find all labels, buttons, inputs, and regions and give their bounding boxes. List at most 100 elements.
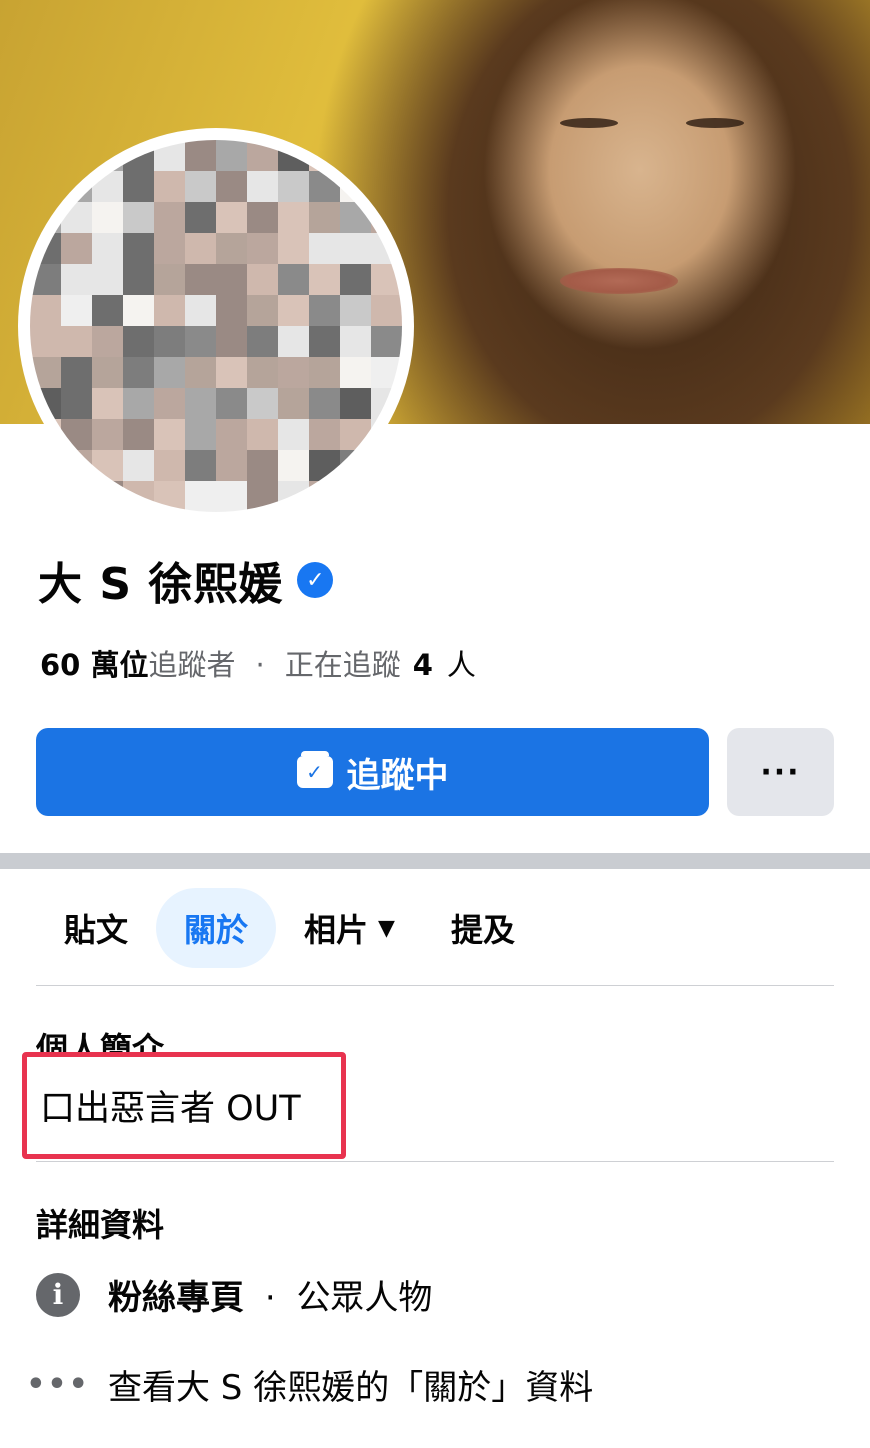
avatar-pixel xyxy=(216,388,247,419)
avatar-pixel xyxy=(371,481,402,512)
avatar-pixel xyxy=(278,295,309,326)
verified-badge-icon: ✓ xyxy=(297,562,334,598)
avatar-pixel xyxy=(247,450,278,481)
avatar-pixel xyxy=(278,264,309,295)
tab-mentions[interactable]: 提及 xyxy=(423,888,543,968)
followers-label[interactable]: 追蹤者 xyxy=(148,642,235,684)
avatar-pixel xyxy=(185,202,216,233)
avatar-image xyxy=(30,140,402,512)
avatar-pixel xyxy=(278,233,309,264)
category-strong: 粉絲專頁 xyxy=(108,1278,244,1318)
divider xyxy=(36,985,834,986)
avatar-pixel xyxy=(92,481,123,512)
avatar-pixel xyxy=(92,233,123,264)
avatar-pixel xyxy=(309,295,340,326)
following-label[interactable]: 正在追蹤 xyxy=(285,642,401,684)
avatar-pixel xyxy=(154,171,185,202)
avatar-pixel xyxy=(278,419,309,450)
about-link-row[interactable]: ••• 查看大 S 徐熙媛的「關於」資料 xyxy=(26,1360,593,1409)
avatar-pixel xyxy=(61,326,92,357)
category-row: i 粉絲專頁 · 公眾人物 xyxy=(36,1270,432,1319)
avatar-pixel xyxy=(92,450,123,481)
avatar-pixel xyxy=(216,264,247,295)
avatar-pixel xyxy=(371,450,402,481)
avatar-pixel xyxy=(30,295,61,326)
avatar-pixel xyxy=(278,388,309,419)
avatar-pixel xyxy=(247,264,278,295)
avatar-pixel xyxy=(340,419,371,450)
info-icon: i xyxy=(36,1272,80,1317)
avatar-pixel xyxy=(371,326,402,357)
avatar-pixel xyxy=(123,326,154,357)
avatar-pixel xyxy=(154,202,185,233)
avatar-pixel xyxy=(185,295,216,326)
avatar-pixel xyxy=(123,264,154,295)
avatar-pixel xyxy=(185,326,216,357)
avatar-pixel xyxy=(30,450,61,481)
avatar-pixel xyxy=(61,450,92,481)
avatar-pixel xyxy=(371,295,402,326)
avatar-pixel xyxy=(216,481,247,512)
avatar-pixel xyxy=(154,357,185,388)
avatar-pixel xyxy=(247,233,278,264)
tab-label: 貼文 xyxy=(64,911,129,949)
avatar-pixel xyxy=(123,233,154,264)
avatar-pixel xyxy=(123,202,154,233)
avatar-pixel xyxy=(309,233,340,264)
avatar-pixel xyxy=(309,481,340,512)
following-unit: 人 xyxy=(446,648,476,682)
avatar-pixel xyxy=(340,450,371,481)
avatar-pixel xyxy=(216,171,247,202)
cover-photo-detail xyxy=(560,268,678,294)
avatar-pixel xyxy=(216,357,247,388)
tab-label: 關於 xyxy=(184,911,249,949)
profile-avatar[interactable] xyxy=(18,128,414,524)
avatar-pixel xyxy=(154,295,185,326)
avatar-pixel xyxy=(247,388,278,419)
avatar-pixel xyxy=(154,419,185,450)
avatar-pixel xyxy=(340,233,371,264)
more-options-button[interactable]: ··· xyxy=(727,728,834,816)
avatar-pixel xyxy=(247,357,278,388)
profile-tabs: 貼文 關於 相片 ▼ 提及 xyxy=(36,888,543,968)
avatar-pixel xyxy=(185,450,216,481)
profile-name: 大 S 徐熙媛 xyxy=(38,559,284,610)
avatar-pixel xyxy=(61,202,92,233)
tab-photos[interactable]: 相片 ▼ xyxy=(276,888,423,968)
avatar-pixel xyxy=(30,264,61,295)
about-link-text[interactable]: 查看大 S 徐熙媛的「關於」資料 xyxy=(108,1360,593,1409)
following-button[interactable]: ✓ 追蹤中 xyxy=(36,728,709,816)
avatar-pixel xyxy=(340,326,371,357)
avatar-pixel xyxy=(247,419,278,450)
category-text: 公眾人物 xyxy=(296,1278,433,1318)
avatar-pixel xyxy=(61,419,92,450)
more-dots-icon: ••• xyxy=(26,1367,90,1402)
avatar-pixel xyxy=(309,357,340,388)
followers-count[interactable]: 60 萬位 xyxy=(40,642,148,684)
tab-about[interactable]: 關於 xyxy=(156,888,277,968)
avatar-pixel xyxy=(123,481,154,512)
avatar-pixel xyxy=(154,326,185,357)
avatar-pixel xyxy=(61,388,92,419)
highlight-annotation-box xyxy=(22,1052,346,1159)
more-dots-icon: ··· xyxy=(760,754,801,790)
tab-label: 提及 xyxy=(450,911,515,949)
avatar-pixel xyxy=(123,295,154,326)
caret-down-icon: ▼ xyxy=(378,915,395,941)
category-separator: · xyxy=(264,1278,276,1318)
following-count[interactable]: 4 xyxy=(413,648,433,682)
avatar-pixel xyxy=(340,202,371,233)
avatar-pixel xyxy=(340,481,371,512)
avatar-pixel xyxy=(309,419,340,450)
avatar-pixel xyxy=(309,388,340,419)
avatar-pixel xyxy=(278,357,309,388)
avatar-pixel xyxy=(309,450,340,481)
avatar-pixel xyxy=(247,140,278,171)
avatar-pixel xyxy=(154,388,185,419)
avatar-pixel xyxy=(185,419,216,450)
avatar-pixel xyxy=(30,357,61,388)
avatar-pixel xyxy=(154,233,185,264)
avatar-pixel xyxy=(216,419,247,450)
avatar-pixel xyxy=(30,481,61,512)
tab-posts[interactable]: 貼文 xyxy=(36,888,156,968)
